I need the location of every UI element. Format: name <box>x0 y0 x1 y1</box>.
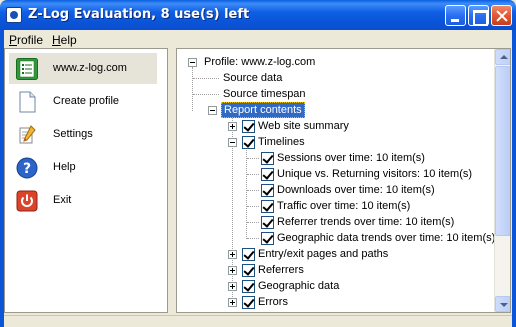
minimize-button[interactable] <box>445 5 466 26</box>
vertical-scrollbar[interactable] <box>494 49 510 312</box>
tree-node-label: Unique vs. Returning visitors: 10 item(s… <box>277 168 473 180</box>
sidebar-item-settings[interactable]: Settings <box>9 119 157 150</box>
tree-node-label: Source data <box>223 72 283 84</box>
tree-node-timeline-item[interactable]: Downloads over time: 10 item(s) <box>177 182 495 198</box>
settings-icon <box>19 125 36 144</box>
exit-icon <box>16 190 38 212</box>
tree-node-label: Profile: www.z-log.com <box>204 56 316 68</box>
checkbox-timeline-item[interactable] <box>261 152 274 165</box>
tree-node-label: Report contents <box>221 102 305 118</box>
tree-node-timeline-item[interactable]: Traffic over time: 10 item(s) <box>177 198 495 214</box>
tree-node-timeline-item[interactable]: Referrer trends over time: 10 item(s) <box>177 214 495 230</box>
close-button[interactable] <box>491 5 512 26</box>
checkbox-timeline-item[interactable] <box>261 184 274 197</box>
menu-help-label: elp <box>60 33 77 47</box>
checkbox-errors[interactable] <box>242 296 255 309</box>
checkbox-timelines[interactable] <box>242 136 255 149</box>
expand-icon[interactable] <box>228 282 237 291</box>
tree-node-entry-exit[interactable]: Entry/exit pages and paths <box>177 246 495 262</box>
checkbox-timeline-item[interactable] <box>261 232 274 245</box>
tree-node-label: Entry/exit pages and paths <box>258 248 389 260</box>
menu-profile[interactable]: Profile <box>9 33 43 47</box>
tree-node-label: Downloads over time: 10 item(s) <box>277 184 435 196</box>
tree-node-errors[interactable]: Errors <box>177 294 495 310</box>
tree-node-referrers[interactable]: Referrers <box>177 262 495 278</box>
app-window: Z-Log Evaluation, 8 use(s) left Profile … <box>0 0 516 327</box>
status-bar <box>4 315 512 327</box>
title-bar[interactable]: Z-Log Evaluation, 8 use(s) left <box>0 0 516 30</box>
menu-profile-label: rofile <box>17 33 44 47</box>
collapse-icon[interactable] <box>188 58 197 67</box>
expand-icon[interactable] <box>228 250 237 259</box>
tree-node-label: Traffic over time: 10 item(s) <box>277 200 411 212</box>
profile-list-icon <box>16 58 38 80</box>
scroll-down-button[interactable] <box>495 296 510 312</box>
menu-profile-accelerator: P <box>9 33 18 47</box>
sidebar: www.z-log.com Create profile Settings ? <box>4 48 168 313</box>
checkbox-geographic[interactable] <box>242 280 255 293</box>
tree-node-label: Errors <box>258 296 288 308</box>
tree-node-label: Geographic data <box>258 280 340 292</box>
checkbox-referrers[interactable] <box>242 264 255 277</box>
tree-node-label: Referrer trends over time: 10 item(s) <box>277 216 455 228</box>
tree-node-timeline-item[interactable]: Geographic data trends over time: 10 ite… <box>177 230 495 246</box>
app-icon[interactable] <box>6 7 22 23</box>
window-title: Z-Log Evaluation, 8 use(s) left <box>28 7 250 22</box>
checkbox-entry-exit[interactable] <box>242 248 255 261</box>
tree-node-timeline-item[interactable]: Unique vs. Returning visitors: 10 item(s… <box>177 166 495 182</box>
menu-help[interactable]: Help <box>52 33 77 47</box>
sidebar-item-exit[interactable]: Exit <box>9 185 157 216</box>
sidebar-item-create-profile[interactable]: Create profile <box>9 86 157 117</box>
help-icon: ? <box>16 157 38 179</box>
panel-splitter[interactable] <box>168 48 175 313</box>
checkbox-timeline-item[interactable] <box>261 200 274 213</box>
collapse-icon[interactable] <box>228 138 237 147</box>
menu-help-accelerator: H <box>52 33 61 47</box>
checkbox-web-site-summary[interactable] <box>242 120 255 133</box>
sidebar-item-label: Help <box>53 161 76 173</box>
tree-node-timelines[interactable]: Timelines <box>177 134 495 150</box>
sidebar-item-profile[interactable]: www.z-log.com <box>9 53 157 84</box>
tree-node-label: Timelines <box>258 136 305 148</box>
svg-text:?: ? <box>23 161 31 177</box>
tree-node-source-data[interactable]: Source data <box>177 70 495 86</box>
sidebar-item-label: Exit <box>53 194 72 206</box>
menu-bar: Profile Help <box>4 30 512 48</box>
tree-node-label: Sessions over time: 10 item(s) <box>277 152 425 164</box>
tree-node-geographic[interactable]: Geographic data <box>177 278 495 294</box>
tree-node-label: Referrers <box>258 264 304 276</box>
scroll-thumb[interactable] <box>495 66 510 236</box>
report-tree[interactable]: Profile: www.z-log.com Source data Sourc… <box>176 48 511 313</box>
tree-node-root[interactable]: Profile: www.z-log.com <box>177 54 495 70</box>
expand-icon[interactable] <box>228 298 237 307</box>
sidebar-item-help[interactable]: ? Help <box>9 152 157 183</box>
scroll-up-button[interactable] <box>495 49 510 65</box>
tree-node-label: Source timespan <box>223 88 306 100</box>
document-icon <box>19 91 36 113</box>
expand-icon[interactable] <box>228 266 237 275</box>
tree-node-label: Geographic data trends over time: 10 ite… <box>277 232 496 244</box>
tree-node-web-site-summary[interactable]: Web site summary <box>177 118 495 134</box>
checkbox-timeline-item[interactable] <box>261 168 274 181</box>
tree-node-timeline-item[interactable]: Sessions over time: 10 item(s) <box>177 150 495 166</box>
collapse-icon[interactable] <box>208 106 217 115</box>
tree-node-label: Web site summary <box>258 120 349 132</box>
tree-node-report-contents[interactable]: Report contents <box>177 102 495 118</box>
sidebar-item-label: www.z-log.com <box>53 62 127 74</box>
maximize-button[interactable] <box>468 5 489 26</box>
checkbox-timeline-item[interactable] <box>261 216 274 229</box>
sidebar-item-label: Create profile <box>53 95 120 107</box>
expand-icon[interactable] <box>228 122 237 131</box>
sidebar-item-label: Settings <box>53 128 93 140</box>
tree-node-source-timespan[interactable]: Source timespan <box>177 86 495 102</box>
window-frame-right <box>512 30 516 327</box>
